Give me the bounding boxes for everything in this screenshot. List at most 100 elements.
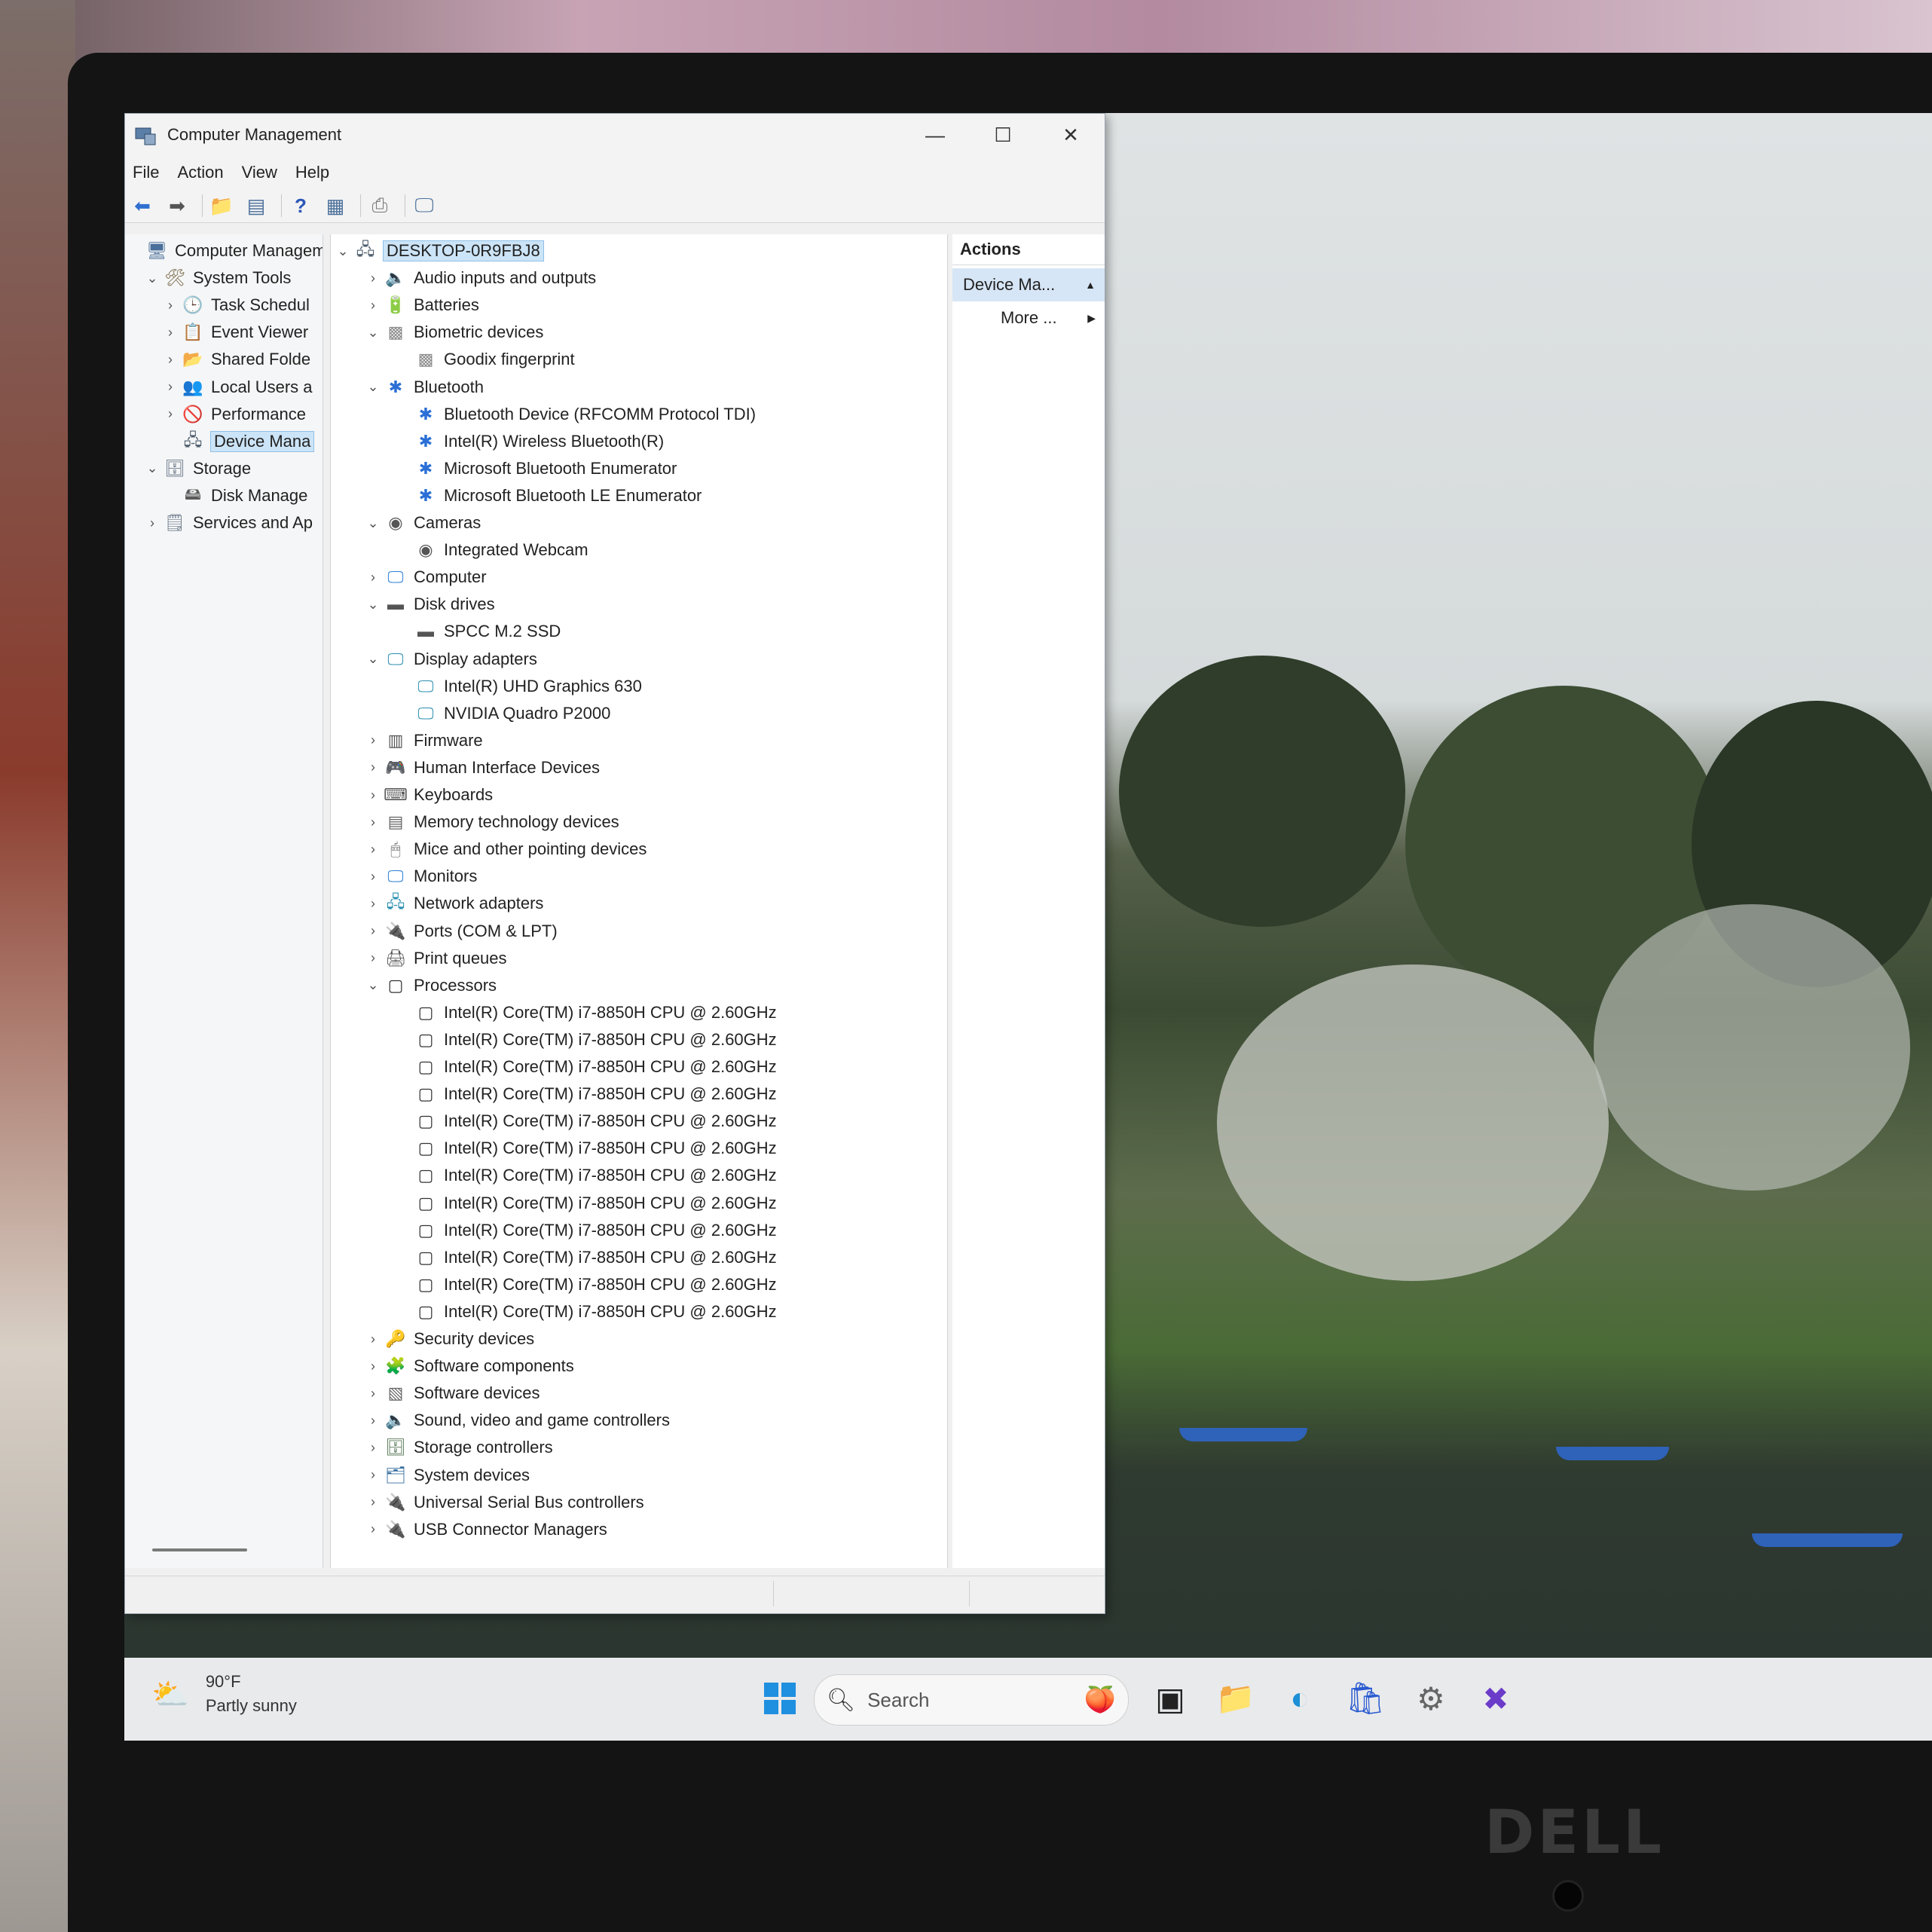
properties-icon[interactable]: ▦ <box>321 192 350 219</box>
device-row[interactable]: › 🖨 Print queues <box>365 945 507 972</box>
device-row[interactable]: › 🖵 Monitors <box>365 863 477 890</box>
chevron-right-icon[interactable]: › <box>365 1386 381 1402</box>
chevron-down-icon[interactable]: ⌄ <box>145 271 160 286</box>
device-row[interactable]: ▢ Intel(R) Core(TM) i7-8850H CPU @ 2.60GH… <box>396 1081 777 1108</box>
chevron-right-icon[interactable]: › <box>365 896 381 912</box>
device-row[interactable]: ✱ Intel(R) Wireless Bluetooth(R) <box>396 428 664 455</box>
chevron-right-icon[interactable]: › <box>365 815 381 830</box>
chevron-down-icon[interactable]: ⌄ <box>365 515 381 531</box>
weather-widget[interactable]: ⛅ 90°F Partly sunny <box>151 1670 297 1718</box>
device-row[interactable]: ⌄ 🖵 Display adapters <box>365 646 536 673</box>
device-row[interactable]: ✱ Bluetooth Device (RFCOMM Protocol TDI) <box>396 401 756 428</box>
device-row[interactable]: ▢ Intel(R) Core(TM) i7-8850H CPU @ 2.60GH… <box>396 1217 777 1244</box>
chevron-right-icon[interactable]: › <box>365 923 381 939</box>
task-view-icon[interactable]: ▣ <box>1148 1676 1193 1721</box>
device-row[interactable]: › ▥ Firmware <box>365 727 483 754</box>
print-icon[interactable]: ⎙ <box>365 192 394 219</box>
device-row[interactable]: › 🗂 System devices <box>365 1462 530 1489</box>
chevron-right-icon[interactable]: › <box>365 1331 381 1347</box>
device-row[interactable]: › 🖱 Mice and other pointing devices <box>365 836 647 863</box>
menu-action[interactable]: Action <box>170 163 234 182</box>
actions-more-item[interactable]: More ... ▶ <box>952 301 1105 335</box>
left-tree-row[interactable]: 🖥 Computer Managem <box>127 237 323 264</box>
chevron-right-icon[interactable]: › <box>163 325 178 341</box>
chevron-right-icon[interactable]: › <box>365 732 381 748</box>
device-row[interactable]: ⌄ ◉ Cameras <box>365 509 481 536</box>
device-row[interactable]: ✱ Microsoft Bluetooth LE Enumerator <box>396 482 702 509</box>
chevron-right-icon[interactable]: › <box>163 379 178 395</box>
chevron-right-icon[interactable]: › <box>365 787 381 803</box>
chevron-right-icon[interactable]: › <box>365 760 381 775</box>
left-tree-row[interactable]: ⌄ 🛠 System Tools <box>145 264 291 292</box>
left-tree-row[interactable]: › 📋 Event Viewer <box>163 319 308 346</box>
device-row[interactable]: ▬ SPCC M.2 SSD <box>396 618 561 645</box>
left-tree-row[interactable]: 🖴 Disk Manage <box>163 482 308 509</box>
chevron-right-icon[interactable]: › <box>365 1521 381 1537</box>
settings-gear-icon[interactable]: ⚙ <box>1408 1676 1454 1721</box>
up-folder-icon[interactable]: 📁 <box>207 192 236 219</box>
device-row[interactable]: › 🔌 Ports (COM & LPT) <box>365 918 558 945</box>
chevron-right-icon[interactable]: › <box>365 1359 381 1374</box>
chevron-right-icon[interactable]: › <box>163 298 178 313</box>
collapse-arrow-icon[interactable]: ▲ <box>1085 279 1096 291</box>
device-row[interactable]: ▢ Intel(R) Core(TM) i7-8850H CPU @ 2.60GH… <box>396 1298 777 1325</box>
chevron-right-icon[interactable]: › <box>163 406 178 422</box>
left-tree-row[interactable]: 🖧 Device Mana <box>163 428 315 455</box>
horizontal-scrollbar[interactable] <box>152 1548 247 1551</box>
left-tree-row[interactable]: › 📂 Shared Folde <box>163 346 310 373</box>
device-row[interactable]: › 🎮 Human Interface Devices <box>365 754 600 781</box>
file-explorer-icon[interactable]: 📁 <box>1213 1676 1258 1721</box>
device-row[interactable]: ▢ Intel(R) Core(TM) i7-8850H CPU @ 2.60GH… <box>396 1135 777 1162</box>
windows-start-icon[interactable] <box>757 1676 802 1721</box>
device-row[interactable]: › 🔌 USB Connector Managers <box>365 1516 607 1543</box>
device-row[interactable]: ⌄ ✱ Bluetooth <box>365 374 484 401</box>
device-row[interactable]: ▢ Intel(R) Core(TM) i7-8850H CPU @ 2.60GH… <box>396 999 777 1026</box>
menu-file[interactable]: File <box>125 163 170 182</box>
microsoft-store-icon[interactable]: 🛍 <box>1343 1676 1388 1721</box>
chevron-right-icon[interactable]: › <box>365 950 381 966</box>
device-row[interactable]: › ▤ Memory technology devices <box>365 809 619 836</box>
device-row[interactable]: › 🔋 Batteries <box>365 292 479 319</box>
device-row[interactable]: 🖵 Intel(R) UHD Graphics 630 <box>396 673 641 700</box>
title-bar[interactable]: Computer Management — ☐ ✕ <box>125 114 1105 156</box>
device-row[interactable]: ◉ Integrated Webcam <box>396 536 588 564</box>
device-row[interactable]: › ⌨ Keyboards <box>365 781 493 809</box>
help-icon[interactable]: ? <box>286 192 315 219</box>
maximize-button[interactable]: ☐ <box>969 114 1037 156</box>
chevron-right-icon[interactable]: › <box>365 1494 381 1510</box>
device-row[interactable]: ▢ Intel(R) Core(TM) i7-8850H CPU @ 2.60GH… <box>396 1162 777 1189</box>
chevron-right-icon[interactable]: › <box>365 842 381 857</box>
chevron-right-icon[interactable]: › <box>365 271 381 286</box>
left-tree-row[interactable]: › 🕒 Task Schedul <box>163 292 310 319</box>
device-row[interactable]: › 🖧 Network adapters <box>365 890 543 917</box>
actions-device-manager-section[interactable]: Device Ma... ▲ <box>952 268 1105 301</box>
chevron-down-icon[interactable]: ⌄ <box>145 460 160 476</box>
device-row[interactable]: ▢ Intel(R) Core(TM) i7-8850H CPU @ 2.60GH… <box>396 1190 777 1217</box>
device-row[interactable]: ▢ Intel(R) Core(TM) i7-8850H CPU @ 2.60GH… <box>396 1053 777 1081</box>
device-row[interactable]: › 🧩 Software components <box>365 1353 574 1380</box>
chevron-right-icon[interactable]: › <box>163 352 178 368</box>
chevron-right-icon[interactable]: › <box>365 298 381 313</box>
minimize-button[interactable]: — <box>901 114 969 156</box>
chevron-right-icon[interactable]: › <box>145 515 160 531</box>
monitor-icon[interactable]: 🖵 <box>410 192 439 219</box>
left-tree-row[interactable]: › 🗒 Services and Ap <box>145 509 313 536</box>
back-arrow-icon[interactable]: ⬅ <box>128 192 157 219</box>
device-row[interactable]: ⌄ ▬ Disk drives <box>365 591 494 618</box>
device-row[interactable]: › 🗄 Storage controllers <box>365 1434 553 1461</box>
taskbar-search-box[interactable]: 🔍︎ Search 🍑 <box>814 1674 1129 1726</box>
left-tree-row[interactable]: ⌄ 🗄 Storage <box>145 455 251 482</box>
device-row[interactable]: ⌄ ▩ Biometric devices <box>365 319 543 346</box>
device-row[interactable]: ▢ Intel(R) Core(TM) i7-8850H CPU @ 2.60GH… <box>396 1108 777 1135</box>
chevron-down-icon[interactable]: ⌄ <box>335 243 350 259</box>
chevron-right-icon[interactable]: › <box>365 570 381 585</box>
chevron-down-icon[interactable]: ⌄ <box>365 977 381 993</box>
chevron-right-icon[interactable]: › <box>365 1413 381 1429</box>
close-button[interactable]: ✕ <box>1037 114 1105 156</box>
chevron-right-icon[interactable]: › <box>365 1467 381 1483</box>
menu-help[interactable]: Help <box>288 163 340 182</box>
device-row[interactable]: ▢ Intel(R) Core(TM) i7-8850H CPU @ 2.60GH… <box>396 1271 777 1298</box>
console-tree-icon[interactable]: ▤ <box>242 192 271 219</box>
device-row[interactable]: › 🖵 Computer <box>365 564 487 591</box>
device-row[interactable]: › 🔈 Sound, video and game controllers <box>365 1407 670 1434</box>
